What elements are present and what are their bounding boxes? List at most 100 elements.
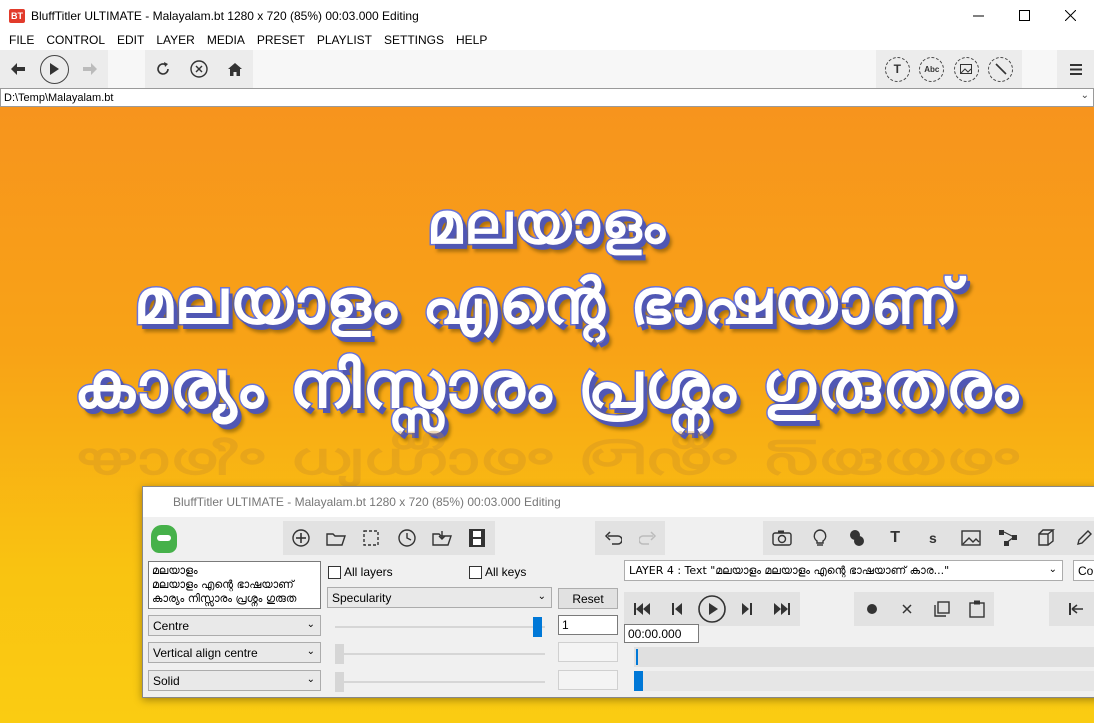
small-text-layer-button[interactable]: s xyxy=(918,523,948,553)
control-panel: BluffTitler ULTIMATE - Malayalam.bt 1280… xyxy=(142,486,1094,698)
align-select[interactable]: Centre ⌄ xyxy=(148,615,321,636)
undo-redo-group xyxy=(595,521,665,555)
film-strip-icon xyxy=(469,529,486,547)
skip-forward-icon xyxy=(774,603,791,615)
timeline-position-thumb[interactable] xyxy=(634,671,643,691)
jump-start-button[interactable] xyxy=(1061,594,1091,624)
window-title: BluffTitler ULTIMATE - Malayalam.bt 1280… xyxy=(31,8,419,23)
menu-layer[interactable]: LAYER xyxy=(150,31,200,50)
add-effect-button[interactable] xyxy=(988,56,1014,82)
camera-layer-button[interactable] xyxy=(767,523,797,553)
text-t-icon: T xyxy=(890,529,901,546)
vertical-align-select[interactable]: Vertical align centre ⌄ xyxy=(148,642,321,663)
close-button[interactable] xyxy=(1047,0,1093,31)
panel-title-bar[interactable]: BluffTitler ULTIMATE - Malayalam.bt 1280… xyxy=(143,487,1094,517)
import-folder-icon xyxy=(432,531,452,546)
stop-button[interactable] xyxy=(181,50,217,88)
play-icon xyxy=(39,54,69,84)
maximize-button[interactable] xyxy=(1001,0,1047,31)
all-keys-box xyxy=(469,565,482,579)
step-forward-icon xyxy=(742,603,753,615)
time-input[interactable]: 00:00.000 xyxy=(624,624,699,643)
menu-settings[interactable]: SETTINGS xyxy=(378,31,450,50)
shape-layer-button[interactable] xyxy=(993,523,1023,553)
layer-type-select[interactable]: Cor xyxy=(1073,560,1094,581)
slider-thumb[interactable] xyxy=(533,617,542,637)
slider-thumb[interactable] xyxy=(335,644,344,664)
light-layer-button[interactable] xyxy=(805,523,835,553)
mascot-logo-icon xyxy=(151,525,177,553)
close-icon xyxy=(1064,10,1076,21)
picture-icon xyxy=(960,64,973,74)
minimize-button[interactable] xyxy=(955,0,1001,31)
layer-value: LAYER 4 : Text "മലയാളം മലയാളം എന്റെ ഭാഷയ… xyxy=(629,563,950,577)
back-button[interactable] xyxy=(0,50,36,88)
timeline-play-button[interactable] xyxy=(697,594,727,624)
layer-select[interactable]: LAYER 4 : Text "മലയാളം മലയാളം എന്റെ ഭാഷയ… xyxy=(624,560,1063,581)
delete-key-button[interactable] xyxy=(892,594,922,624)
slider-track xyxy=(335,626,545,628)
menu-control[interactable]: CONTROL xyxy=(40,31,111,50)
slider-thumb[interactable] xyxy=(335,672,344,692)
cube-icon xyxy=(1038,529,1056,546)
step-forward-button[interactable] xyxy=(732,594,762,624)
effect-layer-button[interactable] xyxy=(1069,523,1094,553)
hamburger-menu-button[interactable] xyxy=(1057,50,1094,88)
picture-layer-button[interactable] xyxy=(956,523,986,553)
home-button[interactable] xyxy=(217,50,253,88)
import-button[interactable] xyxy=(427,523,457,553)
forward-button[interactable] xyxy=(72,50,108,88)
menu-media[interactable]: MEDIA xyxy=(201,31,251,50)
property-slider-3[interactable] xyxy=(335,672,545,692)
copy-key-button[interactable] xyxy=(927,594,957,624)
skip-end-button[interactable] xyxy=(767,594,797,624)
refresh-button[interactable] xyxy=(145,50,181,88)
chevron-down-icon: ⌄ xyxy=(537,591,546,602)
file-path-combobox[interactable]: D:\Temp\Malayalam.bt ⌄ xyxy=(0,88,1094,107)
video-button[interactable] xyxy=(462,523,492,553)
timeline-key-track[interactable] xyxy=(634,647,1094,667)
add-title-button[interactable]: T xyxy=(884,56,910,82)
menu-edit[interactable]: EDIT xyxy=(111,31,150,50)
text-content-field[interactable]: മലയാളം മലയാളം എന്റെ ഭാഷയാണ് കാര്യം നിസ്സ… xyxy=(148,561,321,609)
slider-track xyxy=(335,681,545,683)
paste-key-button[interactable] xyxy=(962,594,992,624)
select-area-button[interactable] xyxy=(356,523,386,553)
particle-layer-button[interactable] xyxy=(842,523,872,553)
menu-help[interactable]: HELP xyxy=(450,31,493,50)
timeline-cursor[interactable] xyxy=(636,649,638,665)
timeline-position-track[interactable] xyxy=(634,671,1094,691)
text-content-line-3: കാര്യം നിസ്സാരം പ്രശ്നം ഗുരുത xyxy=(152,592,297,605)
navigation-group xyxy=(145,50,253,88)
add-layer-button[interactable] xyxy=(286,523,316,553)
step-back-button[interactable] xyxy=(662,594,692,624)
menu-file[interactable]: FILE xyxy=(3,31,40,50)
property-slider-1[interactable] xyxy=(335,617,545,637)
timing-button[interactable] xyxy=(392,523,422,553)
property-value-input-2[interactable] xyxy=(558,642,618,662)
panel-title: BluffTitler ULTIMATE - Malayalam.bt 1280… xyxy=(173,495,561,509)
undo-button[interactable] xyxy=(598,523,628,553)
main-toolbar: T Abc xyxy=(0,50,1094,88)
menu-preset[interactable]: PRESET xyxy=(251,31,311,50)
add-picture-button[interactable] xyxy=(953,56,979,82)
minimize-icon xyxy=(972,15,984,17)
property-value-input[interactable]: 1 xyxy=(558,615,618,635)
property-value-input-3[interactable] xyxy=(558,670,618,690)
skip-start-button[interactable] xyxy=(627,594,657,624)
redo-button[interactable] xyxy=(633,523,663,553)
copy-icon xyxy=(933,601,950,617)
add-text-button[interactable]: Abc xyxy=(919,56,945,82)
all-layers-checkbox[interactable]: All layers xyxy=(328,565,393,579)
add-key-button[interactable] xyxy=(857,594,887,624)
text-layer-button[interactable]: T xyxy=(880,523,910,553)
fill-select[interactable]: Solid ⌄ xyxy=(148,670,321,691)
open-folder-button[interactable] xyxy=(321,523,351,553)
reset-button[interactable]: Reset xyxy=(558,588,618,609)
property-slider-2[interactable] xyxy=(335,644,545,664)
property-select[interactable]: Specularity ⌄ xyxy=(327,587,552,608)
play-button[interactable] xyxy=(36,50,72,88)
menu-playlist[interactable]: PLAYLIST xyxy=(311,31,378,50)
model-layer-button[interactable] xyxy=(1031,523,1061,553)
all-keys-checkbox[interactable]: All keys xyxy=(469,565,526,579)
